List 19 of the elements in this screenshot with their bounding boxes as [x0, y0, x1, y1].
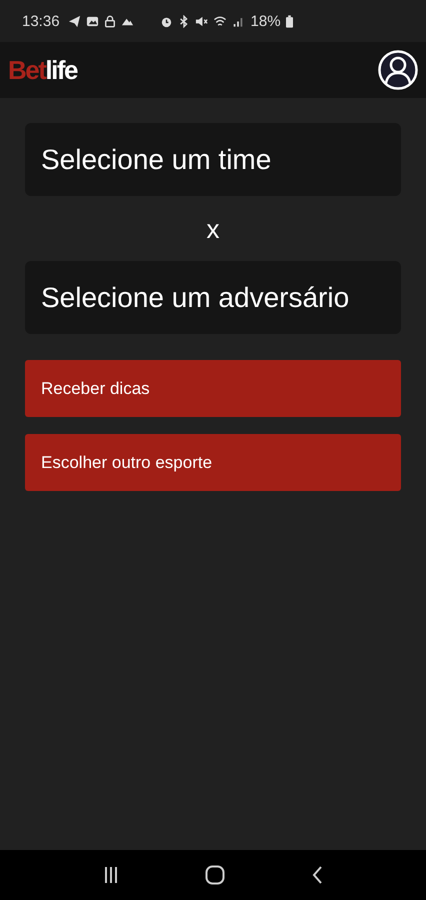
action-button[interactable]: Receber dicas — [25, 360, 401, 417]
back-icon[interactable] — [311, 865, 323, 885]
recent-apps-icon[interactable] — [103, 866, 119, 884]
status-time: 13:36 — [22, 12, 60, 30]
image-icon — [86, 14, 99, 28]
mute-icon — [194, 14, 208, 28]
team-select[interactable]: Selecione um time — [25, 123, 401, 196]
versus-label: x — [206, 213, 220, 246]
wifi-icon — [212, 14, 227, 28]
send-icon — [68, 14, 81, 28]
home-icon[interactable] — [205, 865, 225, 885]
opponent-select[interactable]: Selecione um adversário — [25, 261, 401, 334]
bluetooth-icon — [178, 14, 190, 28]
profile-icon[interactable] — [378, 50, 418, 90]
action-button[interactable]: Escolher outro esporte — [25, 434, 401, 491]
logo: Betlife — [8, 54, 77, 86]
battery-percent: 18% — [250, 12, 281, 30]
battery-icon — [286, 14, 293, 28]
lock-icon — [104, 14, 116, 28]
